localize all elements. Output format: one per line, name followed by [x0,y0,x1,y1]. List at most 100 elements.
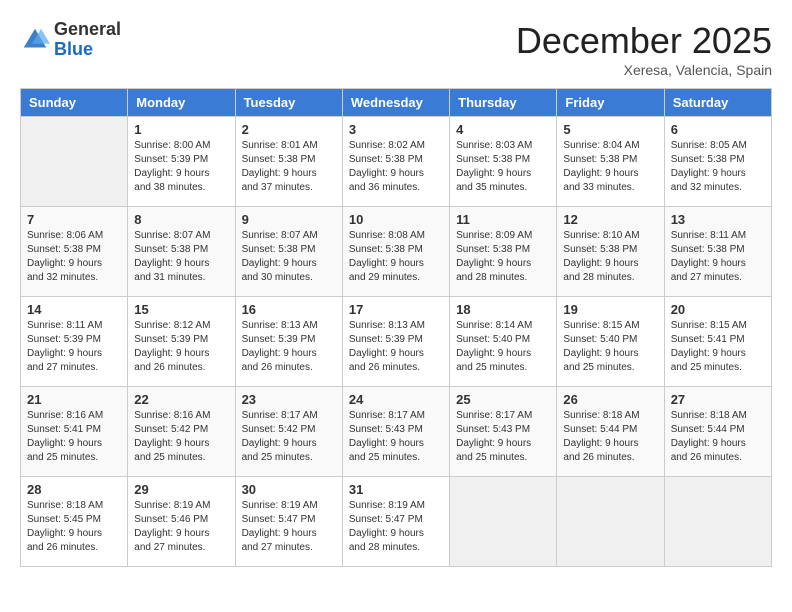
table-row: 7 Sunrise: 8:06 AMSunset: 5:38 PMDaylight… [21,207,128,297]
calendar-header-row: SundayMondayTuesdayWednesdayThursdayFrid… [21,89,772,117]
day-info: Sunrise: 8:13 AMSunset: 5:39 PMDaylight:… [242,319,336,375]
calendar-body: 1 Sunrise: 8:00 AMSunset: 5:39 PMDaylight… [21,117,772,567]
day-number: 29 [134,482,228,497]
table-row: 28Sunrise: 8:18 AMSunset: 5:45 PMDayligh… [21,477,128,567]
day-info: Sunrise: 8:18 AMSunset: 5:45 PMDaylight:… [27,499,121,555]
day-number: 22 [134,392,228,407]
table-row: 20Sunrise: 8:15 AMSunset: 5:41 PMDayligh… [664,297,771,387]
table-row: 24 Sunrise: 8:17 AMSunset: 5:43 PMDayligh… [342,387,449,477]
calendar-table: SundayMondayTuesdayWednesdayThursdayFrid… [20,88,772,567]
table-row: 1 Sunrise: 8:00 AMSunset: 5:39 PMDaylight… [128,117,235,207]
day-number: 1 [134,122,228,137]
table-row: 27 Sunrise: 8:18 AMSunset: 5:44 PMDayligh… [664,387,771,477]
day-info: Sunrise: 8:04 AMSunset: 5:38 PMDaylight:… [563,139,657,195]
location: Xeresa, Valencia, Spain [516,62,772,78]
page-header: General Blue December 2025 Xeresa, Valen… [20,20,772,78]
day-number: 2 [242,122,336,137]
table-row: 10 Sunrise: 8:08 AMSunset: 5:38 PMDayligh… [342,207,449,297]
day-number: 20 [671,302,765,317]
day-number: 23 [242,392,336,407]
day-number: 19 [563,302,657,317]
logo: General Blue [20,20,121,60]
day-info: Sunrise: 8:01 AMSunset: 5:38 PMDaylight:… [242,139,336,195]
day-number: 7 [27,212,121,227]
day-number: 14 [27,302,121,317]
day-info: Sunrise: 8:03 AMSunset: 5:38 PMDaylight:… [456,139,550,195]
day-number: 3 [349,122,443,137]
day-number: 11 [456,212,550,227]
column-header-tuesday: Tuesday [235,89,342,117]
day-info: Sunrise: 8:17 AMSunset: 5:43 PMDaylight:… [349,409,443,465]
day-info: Sunrise: 8:19 AMSunset: 5:47 PMDaylight:… [242,499,336,555]
calendar-week-3: 14 Sunrise: 8:11 AMSunset: 5:39 PMDayligh… [21,297,772,387]
day-number: 27 [671,392,765,407]
day-number: 31 [349,482,443,497]
table-row: 23 Sunrise: 8:17 AMSunset: 5:42 PMDayligh… [235,387,342,477]
day-info: Sunrise: 8:12 AMSunset: 5:39 PMDaylight:… [134,319,228,375]
day-number: 30 [242,482,336,497]
column-header-saturday: Saturday [664,89,771,117]
table-row: 8Sunrise: 8:07 AMSunset: 5:38 PMDaylight… [128,207,235,297]
table-row: 19 Sunrise: 8:15 AMSunset: 5:40 PMDayligh… [557,297,664,387]
day-number: 15 [134,302,228,317]
day-info: Sunrise: 8:02 AMSunset: 5:38 PMDaylight:… [349,139,443,195]
day-number: 25 [456,392,550,407]
day-info: Sunrise: 8:14 AMSunset: 5:40 PMDaylight:… [456,319,550,375]
day-info: Sunrise: 8:13 AMSunset: 5:39 PMDaylight:… [349,319,443,375]
table-row: 2 Sunrise: 8:01 AMSunset: 5:38 PMDaylight… [235,117,342,207]
day-number: 6 [671,122,765,137]
column-header-monday: Monday [128,89,235,117]
table-row: 11Sunrise: 8:09 AMSunset: 5:38 PMDayligh… [450,207,557,297]
day-info: Sunrise: 8:07 AMSunset: 5:38 PMDaylight:… [242,229,336,285]
table-row: 29 Sunrise: 8:19 AMSunset: 5:46 PMDayligh… [128,477,235,567]
table-row [664,477,771,567]
calendar-week-2: 7 Sunrise: 8:06 AMSunset: 5:38 PMDaylight… [21,207,772,297]
table-row: 21Sunrise: 8:16 AMSunset: 5:41 PMDayligh… [21,387,128,477]
day-info: Sunrise: 8:08 AMSunset: 5:38 PMDaylight:… [349,229,443,285]
day-info: Sunrise: 8:11 AMSunset: 5:38 PMDaylight:… [671,229,765,285]
logo-general-text: General [54,20,121,40]
month-title: December 2025 [516,20,772,62]
table-row: 18Sunrise: 8:14 AMSunset: 5:40 PMDayligh… [450,297,557,387]
table-row: 17 Sunrise: 8:13 AMSunset: 5:39 PMDayligh… [342,297,449,387]
day-info: Sunrise: 8:00 AMSunset: 5:39 PMDaylight:… [134,139,228,195]
table-row: 9 Sunrise: 8:07 AMSunset: 5:38 PMDaylight… [235,207,342,297]
day-number: 9 [242,212,336,227]
table-row: 22 Sunrise: 8:16 AMSunset: 5:42 PMDayligh… [128,387,235,477]
calendar-week-4: 21Sunrise: 8:16 AMSunset: 5:41 PMDayligh… [21,387,772,477]
day-number: 26 [563,392,657,407]
day-number: 17 [349,302,443,317]
day-info: Sunrise: 8:15 AMSunset: 5:40 PMDaylight:… [563,319,657,375]
day-info: Sunrise: 8:17 AMSunset: 5:42 PMDaylight:… [242,409,336,465]
day-info: Sunrise: 8:18 AMSunset: 5:44 PMDaylight:… [671,409,765,465]
table-row [557,477,664,567]
day-number: 5 [563,122,657,137]
day-info: Sunrise: 8:18 AMSunset: 5:44 PMDaylight:… [563,409,657,465]
day-number: 13 [671,212,765,227]
day-info: Sunrise: 8:11 AMSunset: 5:39 PMDaylight:… [27,319,121,375]
day-number: 10 [349,212,443,227]
day-info: Sunrise: 8:19 AMSunset: 5:47 PMDaylight:… [349,499,443,555]
logo-icon [20,25,50,55]
column-header-wednesday: Wednesday [342,89,449,117]
day-number: 24 [349,392,443,407]
calendar-week-1: 1 Sunrise: 8:00 AMSunset: 5:39 PMDaylight… [21,117,772,207]
day-info: Sunrise: 8:19 AMSunset: 5:46 PMDaylight:… [134,499,228,555]
day-info: Sunrise: 8:06 AMSunset: 5:38 PMDaylight:… [27,229,121,285]
calendar-week-5: 28Sunrise: 8:18 AMSunset: 5:45 PMDayligh… [21,477,772,567]
table-row: 3 Sunrise: 8:02 AMSunset: 5:38 PMDaylight… [342,117,449,207]
table-row: 4 Sunrise: 8:03 AMSunset: 5:38 PMDaylight… [450,117,557,207]
day-info: Sunrise: 8:16 AMSunset: 5:42 PMDaylight:… [134,409,228,465]
table-row: 15 Sunrise: 8:12 AMSunset: 5:39 PMDayligh… [128,297,235,387]
day-info: Sunrise: 8:10 AMSunset: 5:38 PMDaylight:… [563,229,657,285]
table-row: 13 Sunrise: 8:11 AMSunset: 5:38 PMDayligh… [664,207,771,297]
table-row: 6 Sunrise: 8:05 AMSunset: 5:38 PMDaylight… [664,117,771,207]
column-header-sunday: Sunday [21,89,128,117]
day-info: Sunrise: 8:05 AMSunset: 5:38 PMDaylight:… [671,139,765,195]
table-row: 31 Sunrise: 8:19 AMSunset: 5:47 PMDayligh… [342,477,449,567]
table-row: 5 Sunrise: 8:04 AMSunset: 5:38 PMDaylight… [557,117,664,207]
day-number: 4 [456,122,550,137]
logo-blue-text: Blue [54,40,121,60]
day-info: Sunrise: 8:17 AMSunset: 5:43 PMDaylight:… [456,409,550,465]
day-number: 21 [27,392,121,407]
